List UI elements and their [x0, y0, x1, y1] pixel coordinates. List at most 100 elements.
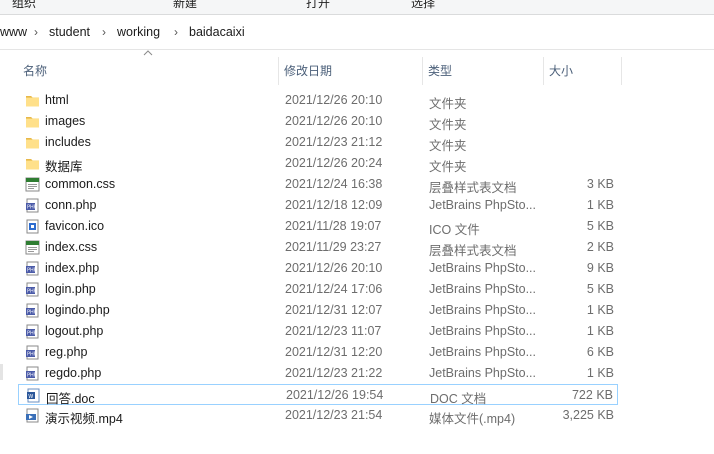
- php-file-icon: PHP: [25, 198, 40, 213]
- ribbon-item-select[interactable]: 选择: [411, 0, 435, 11]
- file-modified-date: 2021/11/29 23:27: [285, 240, 382, 254]
- file-size: 1 KB: [586, 303, 614, 317]
- file-type: 文件夹: [429, 118, 467, 132]
- php-file-icon: PHP: [25, 345, 40, 360]
- file-row[interactable]: common.css 2021/12/24 16:38 层叠样式表文档 3 KB: [18, 174, 618, 195]
- file-name: images: [45, 114, 86, 128]
- file-size: 1 KB: [586, 366, 614, 380]
- ribbon-item-new[interactable]: 新建: [173, 0, 197, 11]
- file-name: common.css: [45, 177, 116, 191]
- file-size: 5 KB: [586, 219, 614, 233]
- folder-file-icon: [25, 135, 40, 150]
- css-file-icon: [25, 240, 40, 255]
- file-size: 3,225 KB: [562, 408, 614, 422]
- chevron-right-icon[interactable]: ›: [174, 25, 178, 39]
- file-size: 2 KB: [586, 240, 614, 254]
- file-name: index.php: [45, 261, 100, 275]
- chevron-right-icon[interactable]: ›: [102, 25, 106, 39]
- file-row[interactable]: W 回答.doc 2021/12/26 19:54 DOC 文档 722 KB: [18, 384, 618, 406]
- php-file-icon: PHP: [25, 324, 40, 339]
- file-modified-date: 2021/12/23 21:22: [285, 366, 383, 380]
- file-row[interactable]: PHP index.php 2021/12/26 20:10 JetBrains Ph…: [18, 258, 618, 279]
- file-name: html: [45, 93, 69, 107]
- file-type: 文件夹: [429, 160, 467, 174]
- breadcrumb-working[interactable]: working: [117, 25, 160, 39]
- file-row[interactable]: PHP conn.php 2021/12/18 12:09 JetBrains Php…: [18, 195, 618, 216]
- column-header-name[interactable]: 名称: [18, 57, 279, 85]
- mp4-file-icon: [25, 408, 40, 423]
- folder-file-icon: [25, 156, 40, 171]
- svg-text:PHP: PHP: [27, 310, 37, 316]
- file-row[interactable]: 演示视频.mp4 2021/12/23 21:54 媒体文件(.mp4) 3,225 …: [18, 405, 618, 426]
- chevron-right-icon[interactable]: ›: [34, 25, 38, 39]
- file-name: login.php: [45, 282, 96, 296]
- column-header-size[interactable]: 大小: [544, 57, 622, 85]
- file-name: 演示视频.mp4: [45, 412, 123, 426]
- file-type: JetBrains PhpSto...: [429, 324, 537, 338]
- file-type: 层叠样式表文档: [429, 244, 517, 258]
- file-modified-date: 2021/12/26 19:54: [286, 388, 384, 402]
- file-type: 文件夹: [429, 139, 467, 153]
- file-modified-date: 2021/12/31 12:20: [285, 345, 383, 359]
- file-row[interactable]: 数据库 2021/12/26 20:24 文件夹: [18, 153, 618, 174]
- svg-text:PHP: PHP: [27, 352, 37, 358]
- file-modified-date: 2021/12/31 12:07: [285, 303, 383, 317]
- ribbon-item-open[interactable]: 打开: [306, 0, 330, 11]
- file-row[interactable]: PHP regdo.php 2021/12/23 21:22 JetBrains Ph…: [18, 363, 618, 384]
- file-row[interactable]: images 2021/12/26 20:10 文件夹: [18, 111, 618, 132]
- file-row[interactable]: includes 2021/12/23 21:12 文件夹: [18, 132, 618, 153]
- svg-text:PHP: PHP: [27, 205, 37, 211]
- svg-text:PHP: PHP: [27, 289, 37, 295]
- column-header-type-label: 类型: [428, 64, 453, 78]
- file-row[interactable]: index.css 2021/11/29 23:27 层叠样式表文档 2 KB: [18, 237, 618, 258]
- file-type: JetBrains PhpSto...: [429, 345, 537, 359]
- column-header-date-label: 修改日期: [284, 64, 333, 78]
- file-type: ICO 文件: [429, 223, 480, 237]
- breadcrumb-baidacaixi[interactable]: baidacaixi: [189, 25, 245, 39]
- file-type: 文件夹: [429, 97, 467, 111]
- file-row[interactable]: html 2021/12/26 20:10 文件夹: [18, 90, 618, 111]
- php-file-icon: PHP: [25, 261, 40, 276]
- column-header-date[interactable]: 修改日期: [279, 57, 423, 85]
- file-modified-date: 2021/12/26 20:10: [285, 114, 383, 128]
- svg-text:PHP: PHP: [27, 331, 37, 337]
- file-modified-date: 2021/11/28 19:07: [285, 219, 382, 233]
- file-type: JetBrains PhpSto...: [429, 366, 537, 380]
- file-size: 722 KB: [571, 388, 613, 402]
- file-name: logindo.php: [45, 303, 110, 317]
- svg-text:PHP: PHP: [27, 268, 37, 274]
- file-size: 3 KB: [586, 177, 614, 191]
- folder-file-icon: [25, 114, 40, 129]
- file-name: conn.php: [45, 198, 97, 212]
- file-row[interactable]: favicon.ico 2021/11/28 19:07 ICO 文件 5 KB: [18, 216, 618, 237]
- file-row[interactable]: PHP logout.php 2021/12/23 11:07 JetBrains P…: [18, 321, 618, 342]
- file-modified-date: 2021/12/26 20:24: [285, 156, 383, 170]
- file-type: JetBrains PhpSto...: [429, 303, 537, 317]
- file-name: includes: [45, 135, 91, 149]
- file-type: JetBrains PhpSto...: [429, 198, 537, 212]
- scroll-indicator: [0, 364, 3, 380]
- file-row[interactable]: PHP reg.php 2021/12/31 12:20 JetBrains PhpS…: [18, 342, 618, 363]
- file-type: 层叠样式表文档: [429, 181, 517, 195]
- breadcrumb-student[interactable]: student: [49, 25, 90, 39]
- file-type: JetBrains PhpSto...: [429, 282, 537, 296]
- file-name: logout.php: [45, 324, 104, 338]
- column-header-name-label: 名称: [23, 64, 48, 78]
- file-size: 6 KB: [586, 345, 614, 359]
- file-name: regdo.php: [45, 366, 102, 380]
- file-modified-date: 2021/12/23 21:54: [285, 408, 383, 422]
- breadcrumb-www[interactable]: www: [0, 25, 27, 39]
- folder-file-icon: [25, 93, 40, 108]
- file-modified-date: 2021/12/26 20:10: [285, 261, 383, 275]
- column-header-type[interactable]: 类型: [423, 57, 544, 85]
- file-row[interactable]: PHP login.php 2021/12/24 17:06 JetBrains Ph…: [18, 279, 618, 300]
- file-size: 1 KB: [586, 324, 614, 338]
- file-modified-date: 2021/12/23 11:07: [285, 324, 382, 338]
- column-header-size-label: 大小: [549, 64, 574, 78]
- address-bar[interactable]: www › student › working › baidacaixi: [0, 15, 714, 50]
- ribbon-item-organize[interactable]: 组织: [12, 0, 36, 11]
- file-row[interactable]: PHP logindo.php 2021/12/31 12:07 JetBrains …: [18, 300, 618, 321]
- php-file-icon: PHP: [25, 366, 40, 381]
- file-modified-date: 2021/12/24 17:06: [285, 282, 383, 296]
- ico-file-icon: [25, 219, 40, 234]
